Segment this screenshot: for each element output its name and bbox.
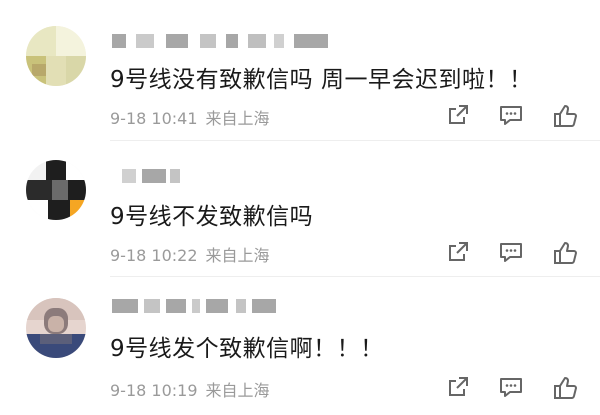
share-icon[interactable] — [446, 103, 472, 129]
comment-location: 来自上海 — [205, 246, 270, 265]
like-icon[interactable] — [552, 103, 578, 129]
comment-time: 9-18 10:41 — [110, 109, 198, 128]
comment-item: 9号线不发致歉信吗 9-18 10:22 来自上海 — [0, 141, 600, 277]
comment-time: 9-18 10:22 — [110, 246, 198, 265]
comment-text: 9号线没有致歉信吗 周一早会迟到啦！！ — [110, 67, 533, 93]
comment-location: 来自上海 — [205, 381, 270, 400]
comment-feed: 9号线没有致歉信吗 周一早会迟到啦！！ 9-18 10:41 来自上海 9号线不… — [0, 0, 600, 415]
comment-icon[interactable] — [498, 375, 524, 401]
avatar[interactable] — [26, 26, 86, 86]
comment-location: 来自上海 — [205, 109, 270, 128]
comment-icon[interactable] — [498, 240, 524, 266]
comment-meta: 9-18 10:19 来自上海 — [110, 377, 270, 401]
share-icon[interactable] — [446, 240, 472, 266]
comment-text: 9号线发个致歉信啊！！！ — [110, 336, 384, 362]
comment-time: 9-18 10:19 — [110, 381, 198, 400]
username-redacted[interactable] — [112, 169, 192, 191]
username-redacted[interactable] — [112, 34, 332, 56]
like-icon[interactable] — [552, 240, 578, 266]
comment-text: 9号线不发致歉信吗 — [110, 204, 314, 230]
comment-meta: 9-18 10:22 来自上海 — [110, 242, 270, 266]
comment-meta: 9-18 10:41 来自上海 — [110, 105, 270, 129]
avatar[interactable] — [26, 298, 86, 358]
avatar[interactable] — [26, 160, 86, 220]
comment-item: 9号线发个致歉信啊！！！ 9-18 10:19 来自上海 — [0, 277, 600, 415]
comment-item: 9号线没有致歉信吗 周一早会迟到啦！！ 9-18 10:41 来自上海 — [0, 0, 600, 141]
like-icon[interactable] — [552, 375, 578, 401]
username-redacted[interactable] — [112, 299, 282, 321]
share-icon[interactable] — [446, 375, 472, 401]
comment-icon[interactable] — [498, 103, 524, 129]
